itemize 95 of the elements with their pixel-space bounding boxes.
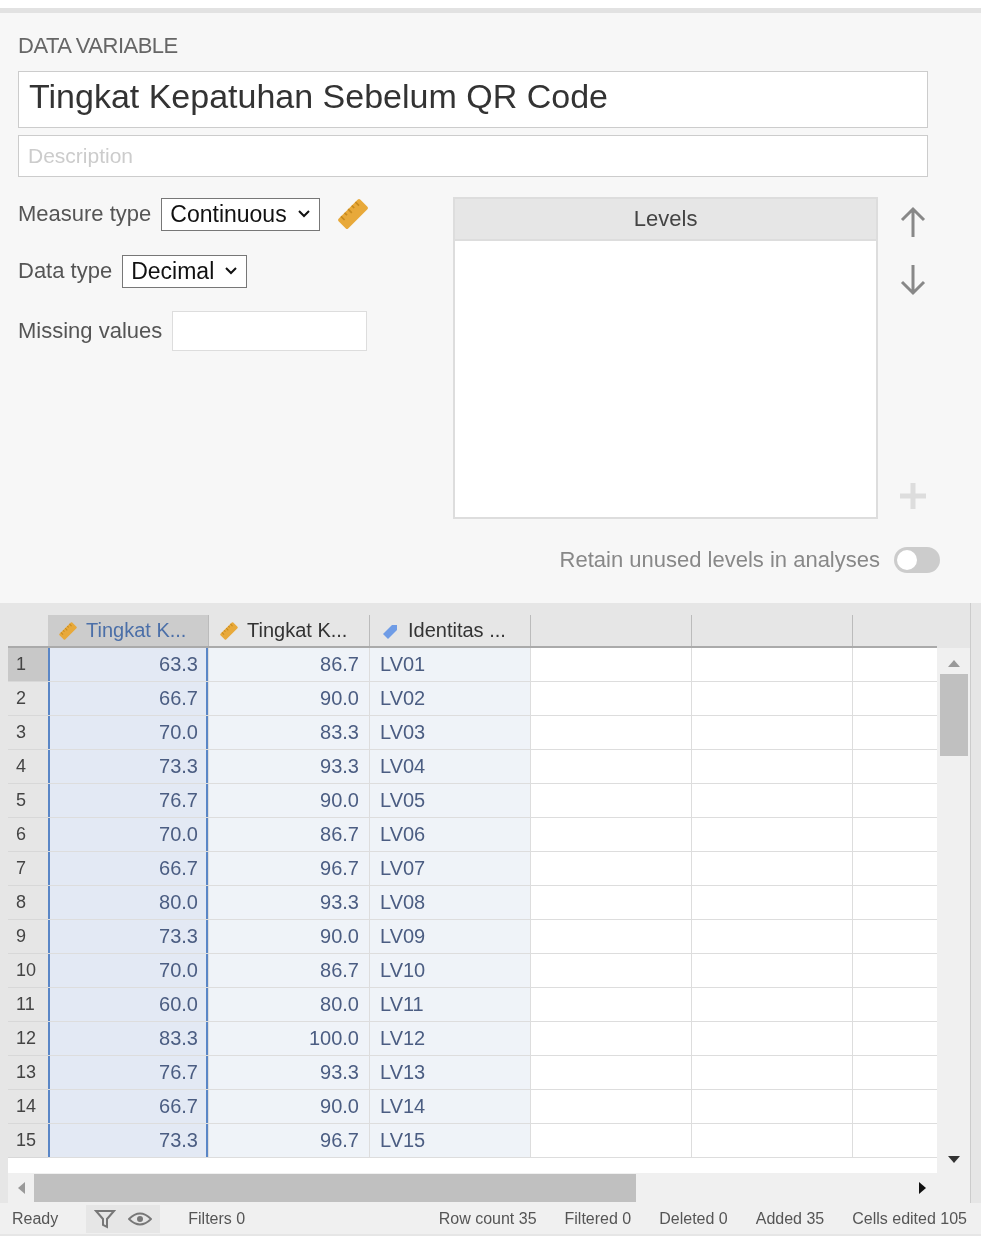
table-cell: 90.0 xyxy=(209,920,370,954)
table-cell: 66.7 xyxy=(48,852,209,886)
table-cell: 93.3 xyxy=(209,1056,370,1090)
data-type-dropdown[interactable]: Decimal xyxy=(122,254,248,288)
variable-name-field[interactable]: Tingkat Kepatuhan Sebelum QR Code xyxy=(18,71,928,128)
table-cell: 70.0 xyxy=(48,716,209,750)
table-cell: 63.3 xyxy=(48,648,209,682)
vertical-scrollbar[interactable] xyxy=(937,648,970,1173)
status-text: Row count 35 xyxy=(438,1209,537,1228)
row-number[interactable]: 5 xyxy=(8,784,48,818)
table-cell: LV09 xyxy=(370,920,531,954)
table-cell: LV06 xyxy=(370,818,531,852)
status-text: Deleted 0 xyxy=(659,1209,728,1228)
table-cell: LV10 xyxy=(370,954,531,988)
table-cell: LV11 xyxy=(370,988,531,1022)
row-number[interactable]: 7 xyxy=(8,852,48,886)
eye-icon[interactable] xyxy=(128,1210,153,1227)
row-number[interactable]: 4 xyxy=(8,750,48,784)
table-cell: 76.7 xyxy=(48,784,209,818)
table-cell: 90.0 xyxy=(209,1090,370,1124)
row-number[interactable]: 9 xyxy=(8,920,48,954)
status-text: Ready xyxy=(12,1209,59,1228)
scroll-right-icon[interactable] xyxy=(918,1181,928,1195)
row-number[interactable]: 11 xyxy=(8,988,48,1022)
row-number[interactable]: 3 xyxy=(8,716,48,750)
table-cell: LV15 xyxy=(370,1124,531,1158)
scroll-up-icon[interactable] xyxy=(946,658,961,668)
row-number[interactable]: 13 xyxy=(8,1056,48,1090)
chevron-icon xyxy=(296,209,311,219)
scrollbar-thumb[interactable] xyxy=(939,674,968,756)
table-cell: 83.3 xyxy=(209,716,370,750)
field-label: Missing values xyxy=(18,318,163,344)
table-cell: 80.0 xyxy=(48,886,209,920)
field-label: Data type xyxy=(18,258,113,284)
row-number[interactable]: 14 xyxy=(8,1090,48,1124)
horizontal-scrollbar[interactable] xyxy=(8,1173,970,1203)
plus-icon[interactable] xyxy=(898,481,928,511)
row-number[interactable]: 1 xyxy=(8,648,48,682)
table-cell: 73.3 xyxy=(48,750,209,784)
table-cell: LV01 xyxy=(370,648,531,682)
levels-header: Levels xyxy=(455,199,876,241)
table-cell: LV13 xyxy=(370,1056,531,1090)
table-cell: 93.3 xyxy=(209,886,370,920)
table-cell: 93.3 xyxy=(209,750,370,784)
chevron-icon xyxy=(224,266,239,276)
table-cell: LV07 xyxy=(370,852,531,886)
status-text: Added 35 xyxy=(755,1209,825,1228)
table-cell: 96.7 xyxy=(209,1124,370,1158)
retain-toggle[interactable] xyxy=(894,547,940,573)
row-number[interactable]: 10 xyxy=(8,954,48,988)
scroll-left-icon[interactable] xyxy=(16,1181,26,1195)
table-cell: LV04 xyxy=(370,750,531,784)
up-arrow-icon[interactable] xyxy=(898,205,928,239)
table-cell: 73.3 xyxy=(48,1124,209,1158)
down-arrow-icon[interactable] xyxy=(898,263,928,297)
row-number[interactable]: 8 xyxy=(8,886,48,920)
measure-type-dropdown[interactable]: Continuous xyxy=(161,197,320,231)
table-cell: 96.7 xyxy=(209,852,370,886)
table-cell: 66.7 xyxy=(48,682,209,716)
table-cell: LV03 xyxy=(370,716,531,750)
panel-title: DATA VARIABLE xyxy=(18,33,179,60)
table-cell: 86.7 xyxy=(209,648,370,682)
column-header[interactable]: Tingkat K... xyxy=(209,615,370,646)
table-cell: 90.0 xyxy=(209,784,370,818)
row-number[interactable]: 2 xyxy=(8,682,48,716)
scroll-down-icon[interactable] xyxy=(946,1155,961,1165)
table-cell: LV05 xyxy=(370,784,531,818)
table-cell: 90.0 xyxy=(209,682,370,716)
table-cell: 66.7 xyxy=(48,1090,209,1124)
column-header[interactable]: Identitas ... xyxy=(370,615,531,646)
table-cell: 86.7 xyxy=(209,954,370,988)
row-number[interactable]: 12 xyxy=(8,1022,48,1056)
status-text: Cells edited 105 xyxy=(852,1209,967,1228)
table-cell: LV08 xyxy=(370,886,531,920)
scrollbar-thumb[interactable] xyxy=(34,1174,636,1202)
row-number[interactable]: 15 xyxy=(8,1124,48,1158)
table-cell: 73.3 xyxy=(48,920,209,954)
table-cell: LV14 xyxy=(370,1090,531,1124)
status-text: Filters 0 xyxy=(188,1209,246,1228)
table-cell: 83.3 xyxy=(48,1022,209,1056)
field-label: Measure type xyxy=(18,201,152,227)
missing-values-field[interactable] xyxy=(172,311,368,351)
table-cell: 76.7 xyxy=(48,1056,209,1090)
table-cell: LV12 xyxy=(370,1022,531,1056)
table-cell: 60.0 xyxy=(48,988,209,1022)
table-cell: LV02 xyxy=(370,682,531,716)
table-cell: 86.7 xyxy=(209,818,370,852)
table-cell: 100.0 xyxy=(209,1022,370,1056)
row-number[interactable]: 6 xyxy=(8,818,48,852)
filter-icon[interactable] xyxy=(94,1208,117,1229)
retain-label: Retain unused levels in analyses xyxy=(559,547,880,573)
table-cell: 70.0 xyxy=(48,954,209,988)
status-text: Filtered 0 xyxy=(564,1209,632,1228)
table-cell: 70.0 xyxy=(48,818,209,852)
table-cell: 80.0 xyxy=(209,988,370,1022)
